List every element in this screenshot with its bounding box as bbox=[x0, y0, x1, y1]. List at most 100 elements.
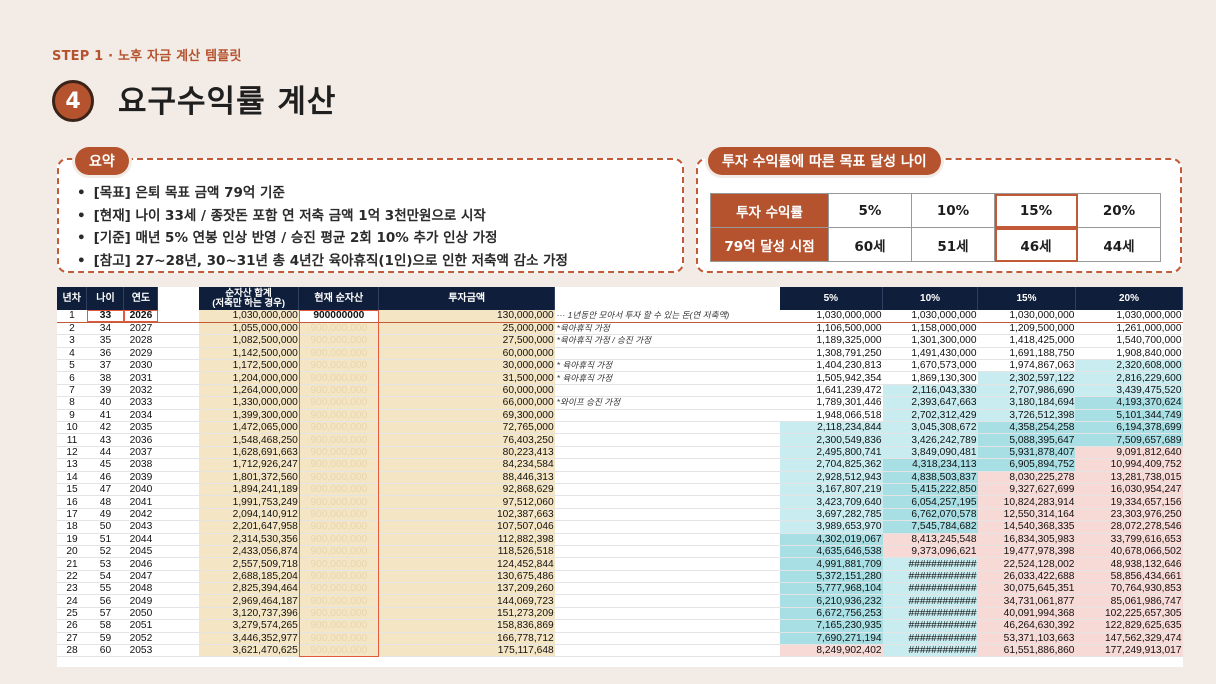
cell-20pct: 1,908,840,000 bbox=[1075, 347, 1183, 361]
cell-net-sum: 2,557,509,718 bbox=[198, 557, 299, 571]
cell-age: 48 bbox=[86, 495, 124, 509]
cell-current: 900,000,000 bbox=[298, 471, 379, 484]
cell-net-sum: 3,120,737,396 bbox=[198, 607, 299, 621]
cell-20pct: 6,194,378,699 bbox=[1075, 421, 1183, 435]
cell-15pct: 6,905,894,752 bbox=[977, 458, 1076, 472]
col-header-5pct: 5% bbox=[779, 287, 884, 310]
table-row: 19 51 2044 2,314,530,356 900,000,000 112,882,… bbox=[57, 533, 1183, 546]
cell-note: *육아휴직 가정 / 승진 가정 bbox=[554, 334, 780, 348]
col-header-year: 연도 bbox=[123, 287, 159, 310]
spacer-cell bbox=[157, 632, 199, 646]
summary-item: [참고] 27~28년, 30~31년 총 4년간 육아휴직(1인)으로 인한 … bbox=[77, 250, 568, 273]
cell-year-no: 17 bbox=[57, 508, 87, 522]
rate-header: 투자 수익률 bbox=[710, 193, 829, 228]
table-row: 16 48 2041 1,991,753,249 900,000,000 97,512,0… bbox=[57, 495, 1183, 509]
cell-net-sum: 1,801,372,560 bbox=[198, 471, 299, 484]
table-row: 13 45 2038 1,712,926,247 900,000,000 84,234,5… bbox=[57, 458, 1183, 472]
summary-box: 요약 [목표] 은퇴 목표 금액 79억 기준 [현재] 나이 33세 / 종잣… bbox=[57, 147, 684, 273]
cell-current: 900,000,000 bbox=[298, 322, 379, 336]
cell-year-no: 15 bbox=[57, 483, 87, 497]
cell-year-no: 16 bbox=[57, 495, 87, 509]
table-row: 24 56 2049 2,969,464,187 900,000,000 144,069,… bbox=[57, 594, 1183, 608]
cell-year: 2027 bbox=[123, 322, 158, 336]
cell-age: 57 bbox=[86, 607, 124, 621]
cell-15pct: 30,075,645,351 bbox=[977, 582, 1076, 596]
cell-5pct: 5,372,151,280 bbox=[779, 570, 883, 584]
target-age-table: 투자 수익률 5% 10% 15% 20% 79억 달성 시점 60세 51세 … bbox=[710, 193, 1161, 262]
cell-year: 2049 bbox=[123, 594, 158, 608]
table-row: 2 34 2027 1,055,000,000 900,000,000 25,000,00… bbox=[57, 322, 1183, 336]
cell-note bbox=[554, 557, 780, 571]
cell-20pct: 102,225,657,305 bbox=[1075, 607, 1183, 621]
spacer-cell bbox=[157, 446, 199, 460]
cell-5pct: 1,106,500,000 bbox=[779, 322, 883, 336]
cell-current: 900,000,000 bbox=[298, 384, 379, 398]
cell-10pct: ############ bbox=[882, 644, 978, 658]
table-header-row: 년차 나이 연도 순자산 합계 (저축만 하는 경우) 현재 순자산 투자금액 … bbox=[57, 287, 1183, 310]
cell-10pct: 1,158,000,000 bbox=[882, 322, 978, 336]
cell-15pct: 9,327,627,699 bbox=[977, 483, 1076, 497]
cell-year-no: 27 bbox=[57, 632, 87, 646]
cell-net-sum: 1,894,241,189 bbox=[198, 483, 299, 497]
col-spacer bbox=[157, 287, 199, 310]
summary-list: [목표] 은퇴 목표 금액 79억 기준 [현재] 나이 33세 / 종잣돈 포… bbox=[77, 182, 568, 272]
spacer-cell bbox=[157, 557, 199, 571]
cell-20pct: 1,540,700,000 bbox=[1075, 334, 1183, 348]
cell-20pct: 40,678,066,502 bbox=[1075, 545, 1183, 559]
spacer-cell bbox=[157, 619, 199, 633]
cell-net-sum: 1,264,000,000 bbox=[198, 384, 299, 398]
cell-year: 2043 bbox=[123, 520, 158, 534]
cell-year: 2030 bbox=[123, 359, 158, 373]
table-row: 11 43 2036 1,548,468,250 900,000,000 76,403,2… bbox=[57, 433, 1183, 447]
cell-age: 53 bbox=[86, 557, 124, 571]
cell-20pct: 33,799,616,653 bbox=[1075, 533, 1183, 546]
cell-20pct: 177,249,913,017 bbox=[1075, 644, 1183, 658]
cell-note bbox=[554, 520, 780, 534]
cell-current: 900,000,000 bbox=[298, 495, 379, 509]
cell-5pct: 2,928,512,943 bbox=[779, 471, 883, 484]
spacer-cell bbox=[157, 545, 199, 559]
cell-age: 42 bbox=[86, 421, 124, 435]
cell-5pct: 3,167,807,219 bbox=[779, 483, 883, 497]
table-row: 18 50 2043 2,201,647,958 900,000,000 107,507,… bbox=[57, 520, 1183, 534]
cell-year-no: 12 bbox=[57, 446, 87, 460]
col-header-10pct: 10% bbox=[882, 287, 979, 310]
cell-year-no: 11 bbox=[57, 433, 87, 447]
cell-year-no: 26 bbox=[57, 619, 87, 633]
spacer-cell bbox=[157, 310, 199, 323]
cell-10pct: 4,838,503,837 bbox=[882, 471, 978, 484]
cell-current: 900,000,000 bbox=[298, 371, 379, 385]
cell-current: 900,000,000 bbox=[298, 508, 379, 522]
cell-note bbox=[554, 619, 780, 633]
cell-5pct: 7,690,271,194 bbox=[779, 632, 883, 646]
table-row: 25 57 2050 3,120,737,396 900,000,000 151,273,… bbox=[57, 607, 1183, 621]
cell-age: 47 bbox=[86, 483, 124, 497]
cell-note bbox=[554, 644, 780, 658]
cell-5pct: 3,989,653,970 bbox=[779, 520, 883, 534]
cell-note bbox=[554, 607, 780, 621]
step-label: STEP 1 · 노후 자금 계산 템플릿 bbox=[52, 49, 242, 64]
cell-invest: 124,452,844 bbox=[378, 557, 555, 571]
cell-15pct: 1,030,000,000 bbox=[977, 310, 1076, 323]
cell-note: ··· 1년동안 모아서 투자 할 수 있는 돈(연 저축액) bbox=[554, 310, 780, 323]
cell-year: 2038 bbox=[123, 458, 158, 472]
cell-net-sum: 3,621,470,625 bbox=[198, 644, 299, 658]
cell-invest: 27,500,000 bbox=[378, 334, 555, 348]
spacer-cell bbox=[157, 347, 199, 361]
spacer-cell bbox=[157, 570, 199, 584]
cell-invest: 107,507,046 bbox=[378, 520, 555, 534]
cell-20pct: 85,061,986,747 bbox=[1075, 594, 1183, 608]
cell-20pct: 16,030,954,247 bbox=[1075, 483, 1183, 497]
table-row: 15 47 2040 1,894,241,189 900,000,000 92,868,6… bbox=[57, 483, 1183, 497]
cell-5pct: 1,030,000,000 bbox=[779, 310, 883, 323]
cell-current: 900,000,000 bbox=[298, 632, 379, 646]
cell-year-no: 10 bbox=[57, 421, 87, 435]
table-row: 10 42 2035 1,472,065,000 900,000,000 72,765,0… bbox=[57, 421, 1183, 435]
cell-year-no: 6 bbox=[57, 371, 87, 385]
cell-year: 2044 bbox=[123, 533, 158, 546]
cell-current: 900,000,000 bbox=[298, 644, 379, 658]
cell-20pct: 7,509,657,689 bbox=[1075, 433, 1183, 447]
cell-year: 2050 bbox=[123, 607, 158, 621]
cell-5pct: 1,948,066,518 bbox=[779, 409, 883, 423]
spacer-cell bbox=[157, 384, 199, 398]
